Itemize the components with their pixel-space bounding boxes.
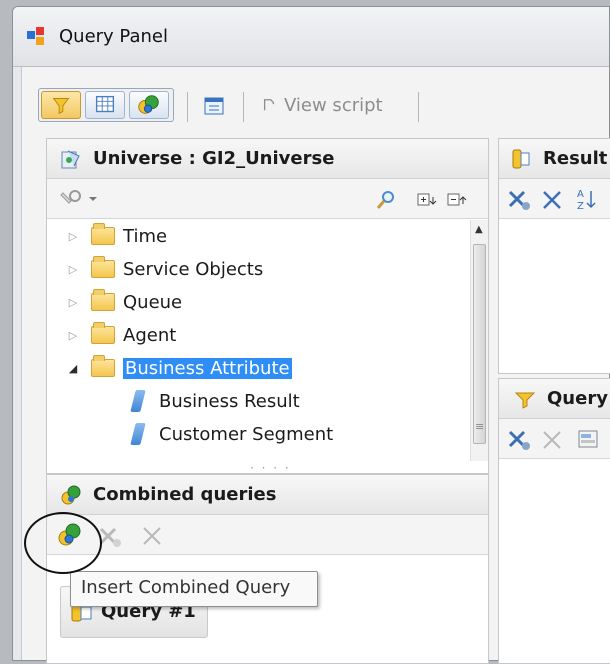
combined-query-icon xyxy=(138,95,159,114)
window-title: Query Panel xyxy=(59,26,168,47)
view-mode-toggle-group xyxy=(38,88,174,122)
remove-all-icon[interactable] xyxy=(505,187,533,213)
tree-item-label: Customer Segment xyxy=(159,423,334,445)
tools-icon[interactable] xyxy=(59,187,101,211)
table-view-button[interactable] xyxy=(85,91,125,119)
view-script-button[interactable]: View script xyxy=(262,93,383,117)
scroll-up-arrow-icon[interactable]: ▲ xyxy=(475,224,483,235)
result-panel-header: Result xyxy=(499,139,610,179)
tree-item-customer-segment[interactable]: Customer Segment xyxy=(130,418,334,450)
query-filters-toolbar xyxy=(499,419,610,459)
splitter-grip-icon[interactable]: · · · · xyxy=(250,461,291,475)
toolbar-separator xyxy=(243,92,244,122)
filter-icon xyxy=(514,392,536,409)
combined-view-button[interactable] xyxy=(129,91,169,119)
folder-icon xyxy=(91,256,115,278)
query-filters-title: Query xyxy=(547,388,608,409)
collapse-all-icon[interactable] xyxy=(445,189,471,211)
dimension-icon xyxy=(130,390,146,412)
grip-icon: ≡ xyxy=(475,420,485,433)
tree-item-business-attribute[interactable]: ◢ Business Attribute xyxy=(47,352,292,384)
tree-item-queue[interactable]: ▷ Queue xyxy=(47,286,182,318)
tree-scrollbar[interactable]: ▲ ≡ xyxy=(470,220,488,461)
query-filters-header: Query xyxy=(499,379,610,419)
expand-arrow-icon[interactable]: ▷ xyxy=(65,329,81,342)
view-script-label: View script xyxy=(284,94,383,116)
title-bar: Query Panel xyxy=(13,7,609,67)
combined-query-icon xyxy=(61,485,81,504)
svg-text:A: A xyxy=(577,189,584,200)
expand-arrow-icon[interactable]: ▷ xyxy=(65,230,81,243)
expand-all-icon[interactable] xyxy=(415,189,441,211)
scrollbar-thumb[interactable] xyxy=(473,244,486,444)
folder-icon xyxy=(91,355,115,377)
delete-icon[interactable] xyxy=(139,523,165,549)
search-icon[interactable] xyxy=(375,189,397,211)
app-icon xyxy=(27,27,44,45)
result-title: Result xyxy=(543,148,608,169)
tree-item-service-objects[interactable]: ▷ Service Objects xyxy=(47,253,263,285)
tree-item-time[interactable]: ▷ Time xyxy=(47,220,167,252)
collapse-arrow-icon[interactable]: ◢ xyxy=(65,362,81,375)
universe-panel: Universe : GI2_Universe ▷ Time ▷ Service… xyxy=(46,138,489,475)
result-toolbar: A Z xyxy=(499,179,610,219)
delete-icon[interactable] xyxy=(539,427,565,453)
universe-title: Universe : GI2_Universe xyxy=(93,148,335,169)
add-filter-icon[interactable] xyxy=(575,427,605,453)
filter-icon xyxy=(52,98,70,115)
universe-tree: ▷ Time ▷ Service Objects ▷ Queue ▷ Agent… xyxy=(47,220,470,461)
tree-item-label: Time xyxy=(123,225,168,247)
tree-item-business-result[interactable]: Business Result xyxy=(130,385,300,417)
svg-text:Z: Z xyxy=(577,201,584,212)
universe-icon xyxy=(61,150,80,168)
folder-icon xyxy=(91,289,115,311)
tree-item-agent[interactable]: ▷ Agent xyxy=(47,319,176,351)
combined-queries-toolbar xyxy=(47,515,488,555)
combined-queries-title: Combined queries xyxy=(93,484,277,505)
toolbar-separator xyxy=(418,92,419,122)
delete-icon[interactable] xyxy=(539,187,565,213)
tree-item-label-selected: Business Attribute xyxy=(123,357,292,379)
tree-item-label: Agent xyxy=(123,324,177,346)
result-icon xyxy=(512,149,530,168)
table-icon xyxy=(95,95,115,113)
filter-view-button[interactable] xyxy=(41,91,81,119)
universe-toolbar xyxy=(47,179,488,219)
sort-icon[interactable]: A Z xyxy=(573,185,603,215)
properties-icon[interactable] xyxy=(201,95,229,119)
expand-arrow-icon[interactable]: ▷ xyxy=(65,263,81,276)
tree-item-label: Service Objects xyxy=(123,258,264,280)
tree-item-label: Queue xyxy=(123,291,183,313)
folder-icon xyxy=(91,322,115,344)
folder-icon xyxy=(91,223,115,245)
expand-arrow-icon[interactable]: ▷ xyxy=(65,296,81,309)
tooltip: Insert Combined Query xyxy=(70,571,318,607)
query-filters-panel: Query xyxy=(498,378,610,664)
result-panel: Result A Z xyxy=(498,138,610,374)
script-icon xyxy=(263,99,275,111)
highlight-circle xyxy=(24,512,102,574)
dimension-icon xyxy=(130,423,146,445)
universe-panel-header: Universe : GI2_Universe xyxy=(47,139,488,179)
tree-item-label: Business Result xyxy=(159,390,300,412)
combined-queries-header: Combined queries xyxy=(47,475,488,515)
remove-all-icon[interactable] xyxy=(505,427,533,453)
toolbar-separator xyxy=(187,92,188,122)
